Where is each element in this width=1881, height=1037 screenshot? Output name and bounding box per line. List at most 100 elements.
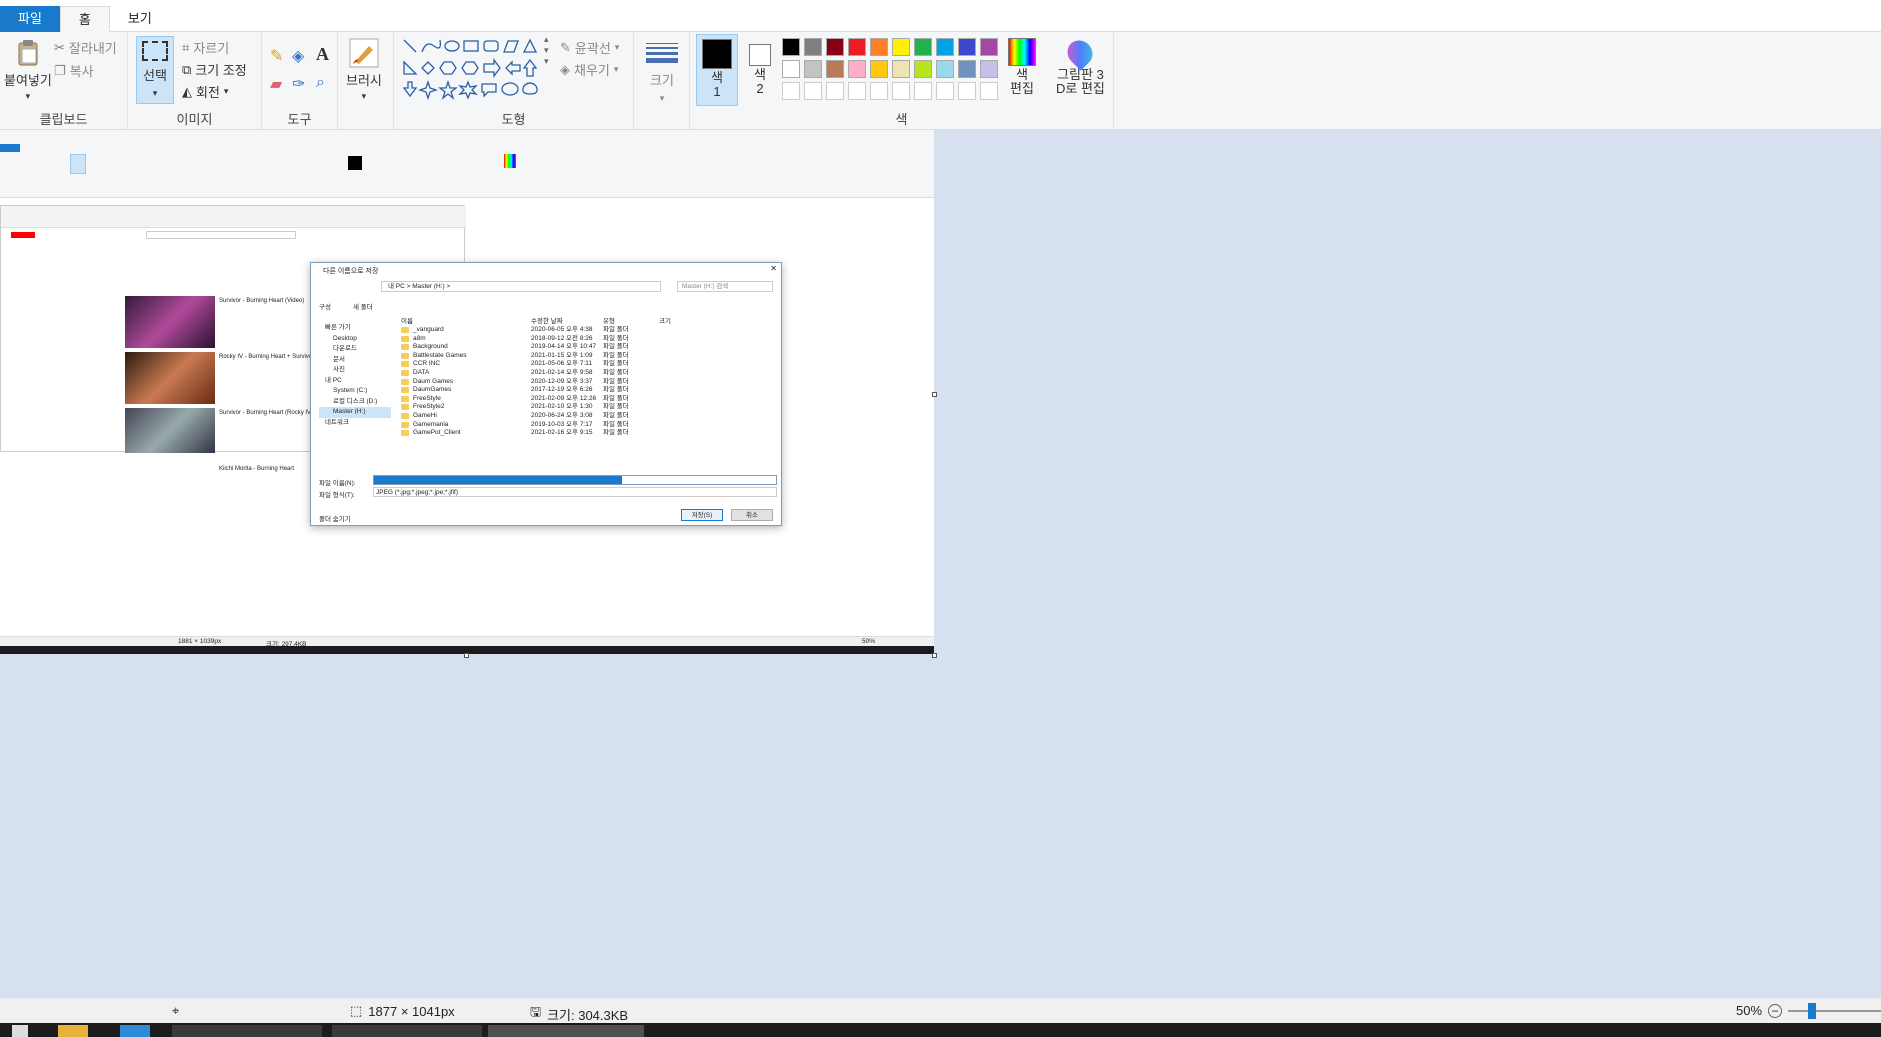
color-swatch[interactable] [782, 38, 800, 56]
edit-paint3d-button[interactable]: 그림판 3 D로 편집 [1056, 35, 1105, 96]
folder-icon [401, 395, 409, 402]
rotate-button[interactable]: ◭ 회전 ▾ [182, 82, 228, 101]
tools-group: ✎ ◈ A ▰ ✑ ⌕ 도구 [262, 32, 338, 130]
magnifier-icon[interactable]: ⌕ [316, 74, 325, 92]
browser-icon[interactable] [120, 1025, 150, 1037]
color-swatch[interactable] [936, 82, 954, 100]
resize-handle-right[interactable] [932, 392, 937, 397]
resize-button[interactable]: ⧉ 크기 조정 [182, 60, 247, 79]
color-swatch[interactable] [892, 60, 910, 78]
resize-handle-corner[interactable] [932, 653, 937, 658]
canvas-area[interactable]: Survivor - Burning Heart (Video) Rocky IV… [0, 130, 1881, 997]
chevron-down-icon: ▾ [613, 64, 619, 74]
edit-colors-button[interactable]: 색 편집 [1008, 38, 1036, 96]
video-title: Survivor - Burning Heart (Video) [219, 298, 305, 304]
inner-browser-toolbar [1, 206, 466, 228]
color-swatch[interactable] [804, 82, 822, 100]
shapes-gallery[interactable] [402, 38, 552, 100]
taskbar-app-1[interactable] [172, 1025, 322, 1037]
tab-file[interactable]: 파일 [0, 6, 60, 32]
color2-swatch [749, 44, 771, 66]
scissors-icon: ✂ [54, 39, 65, 55]
zoom-slider-thumb[interactable] [1808, 1002, 1817, 1019]
col-name: 이름 [401, 318, 413, 325]
crop-button[interactable]: ⌗ 자르기 [182, 38, 229, 57]
inner-statusbar: 1881 × 1039px 크기: 297.4KB 50% [0, 636, 934, 648]
color-swatch[interactable] [870, 60, 888, 78]
color-swatch[interactable] [870, 82, 888, 100]
color-swatch[interactable] [980, 38, 998, 56]
color-swatch[interactable] [958, 60, 976, 78]
color-swatch[interactable] [870, 38, 888, 56]
fill-button[interactable]: ◈ 채우기 ▾ [560, 60, 618, 79]
tab-home[interactable]: 홈 [59, 6, 110, 32]
copy-button[interactable]: ❐ 복사 [54, 61, 94, 80]
paste-button[interactable]: 붙여넣기 ▾ [4, 38, 52, 102]
tab-view[interactable]: 보기 [110, 6, 170, 32]
color-swatch[interactable] [804, 38, 822, 56]
color-swatch[interactable] [914, 82, 932, 100]
fill-label: 채우기 [574, 63, 610, 78]
shapes-group-label: 도형 [501, 112, 526, 127]
color-swatch[interactable] [804, 60, 822, 78]
video-title: Rocky IV - Burning Heart + Survivor [219, 354, 315, 360]
color-swatch[interactable] [826, 38, 844, 56]
taskbar-app-2[interactable] [332, 1025, 482, 1037]
explorer-icon[interactable] [58, 1025, 88, 1037]
taskbar-app-paint[interactable] [488, 1025, 644, 1037]
color-swatch[interactable] [980, 82, 998, 100]
zoom-slider[interactable] [1788, 1002, 1881, 1019]
zoom-level: 50% [1736, 1003, 1763, 1018]
folder-icon [401, 378, 409, 385]
color-swatch[interactable] [826, 82, 844, 100]
video-title: Kiichi Morita - Burning Heart [219, 466, 295, 472]
copy-icon: ❐ [54, 62, 66, 78]
color-swatch[interactable] [782, 60, 800, 78]
selection-size-icon: ⬚ [350, 1003, 363, 1018]
outline-button[interactable]: ✎ 윤곽선 ▾ [560, 38, 619, 57]
canvas-image[interactable]: Survivor - Burning Heart (Video) Rocky IV… [0, 130, 934, 654]
fill-bucket-icon[interactable]: ◈ [292, 46, 304, 66]
start-icon[interactable] [12, 1025, 28, 1037]
inner-save-dialog: 다른 이름으로 저장 ✕ 내 PC > Master (H:) > Master… [310, 262, 782, 526]
dialog-file-row: GamePot_Client 2021-02-16 오후 9:15 파일 폴더 [401, 428, 659, 439]
color-swatch[interactable] [848, 38, 866, 56]
color1-button[interactable]: 색 1 [696, 34, 738, 106]
color1-label: 색 1 [711, 70, 723, 99]
color-swatch[interactable] [936, 60, 954, 78]
color-swatch[interactable] [826, 60, 844, 78]
cut-button[interactable]: ✂ 잘라내기 [54, 38, 117, 57]
text-tool-icon[interactable]: A [316, 44, 329, 65]
color-swatch[interactable] [848, 60, 866, 78]
fill-icon: ◈ [560, 61, 570, 77]
zoom-out-icon[interactable]: − [1768, 1003, 1783, 1018]
dialog-cancel-button: 취소 [731, 509, 773, 521]
color-swatch[interactable] [782, 82, 800, 100]
color-swatch[interactable] [892, 82, 910, 100]
size-button[interactable]: 크기 ▾ [646, 40, 678, 104]
select-button[interactable]: 선택 ▾ [136, 36, 174, 104]
color-picker-icon[interactable]: ✑ [292, 74, 305, 94]
size-label: 크기 [650, 73, 674, 88]
color-swatch[interactable] [914, 38, 932, 56]
dialog-path: 내 PC > Master (H:) > [381, 281, 661, 292]
pencil-icon[interactable]: ✎ [270, 46, 283, 66]
dimensions-text: 1877 × 1041px [368, 1003, 455, 1019]
resize-handle-bottom[interactable] [464, 653, 469, 658]
color-swatch[interactable] [848, 82, 866, 100]
color-swatch[interactable] [936, 38, 954, 56]
chevron-down-icon: ▾ [659, 93, 665, 103]
eraser-icon[interactable]: ▰ [270, 74, 282, 94]
brush-button[interactable]: 브러시 ▾ [346, 38, 382, 102]
color2-button[interactable]: 색 2 [742, 34, 778, 106]
color-swatch[interactable] [914, 60, 932, 78]
dialog-nav-item: System (C:) [333, 387, 368, 394]
dialog-nav-item: 문서 [333, 355, 345, 363]
color-swatch[interactable] [980, 60, 998, 78]
dialog-columns: 이름 수정한 날짜 유형 크기 [401, 315, 761, 325]
shapes-scroll[interactable]: ▴ ▾ ▾ [544, 34, 549, 67]
color-swatch[interactable] [958, 82, 976, 100]
inner-color1 [348, 156, 362, 170]
color-swatch[interactable] [958, 38, 976, 56]
color-swatch[interactable] [892, 38, 910, 56]
